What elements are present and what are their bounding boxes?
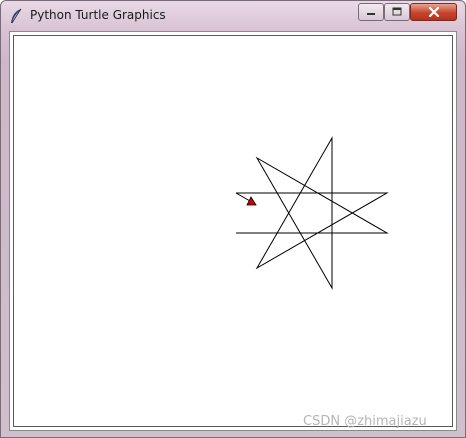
star-path: [236, 136, 389, 290]
turtle-drawing: [235, 136, 389, 290]
turtle-cursor: [246, 196, 257, 206]
watermark: CSDN @zhimajiazu: [303, 414, 427, 429]
turtle-trail: [235, 192, 251, 202]
